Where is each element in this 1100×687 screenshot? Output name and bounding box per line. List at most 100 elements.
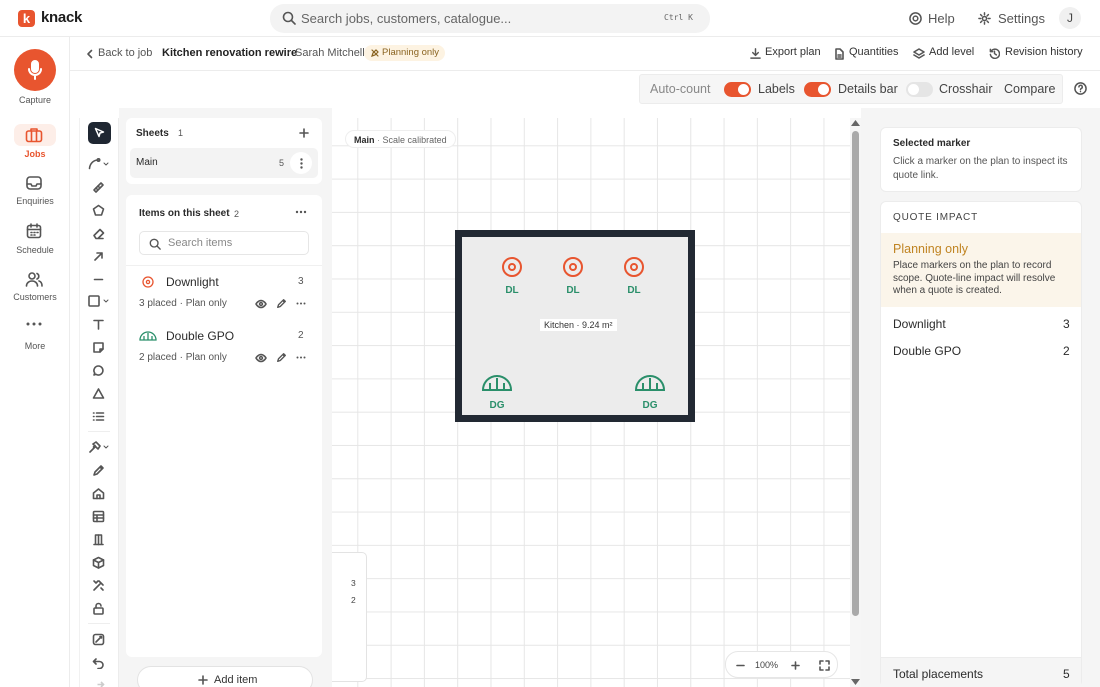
settings-button[interactable]: Settings: [998, 11, 1045, 26]
door-icon[interactable]: [92, 533, 105, 546]
sheet-count: 5: [279, 158, 285, 168]
marker-label: DL: [627, 285, 641, 296]
unlock-icon[interactable]: [92, 602, 105, 615]
nav-item-schedule[interactable]: Schedule: [0, 245, 70, 255]
compare-button[interactable]: Compare: [1004, 82, 1055, 96]
table-row[interactable]: Double GPO 2: [881, 337, 1081, 365]
home-icon[interactable]: [92, 487, 105, 500]
customer-name: Sarah Mitchell: [295, 47, 365, 59]
zoom-out-icon[interactable]: [736, 661, 745, 670]
view-toggles-bar: Auto-count Labels Details bar Crosshair …: [639, 74, 1063, 104]
curve-tool-icon[interactable]: [88, 158, 110, 170]
breadcrumb-separator: ·: [286, 47, 290, 59]
details-bar-toggle-label: Details bar: [838, 82, 898, 96]
zoom-in-icon[interactable]: [791, 661, 800, 670]
labels-toggle-label: Labels: [758, 82, 795, 96]
export-plan-button[interactable]: Export plan: [765, 46, 821, 58]
eye-icon[interactable]: [255, 299, 267, 309]
add-item-button[interactable]: Add item: [137, 666, 313, 687]
box-icon[interactable]: [92, 556, 105, 569]
ruler-icon[interactable]: [92, 181, 105, 194]
pencil-icon[interactable]: [92, 464, 105, 477]
more-icon[interactable]: [296, 302, 306, 305]
capture-button[interactable]: [14, 49, 56, 91]
sheets-panel: Sheets 1 Main 5: [126, 118, 322, 184]
undo-icon[interactable]: [92, 656, 105, 669]
downlight-marker[interactable]: DL: [562, 256, 584, 296]
pencil-icon[interactable]: [276, 298, 287, 309]
revision-history-button[interactable]: Revision history: [1005, 46, 1083, 58]
avatar[interactable]: J: [1059, 7, 1081, 29]
list-item[interactable]: Double GPO 2 2 placed · Plan only: [126, 321, 322, 373]
table-row[interactable]: Downlight 3: [881, 309, 1081, 337]
note-icon[interactable]: [92, 341, 105, 354]
tool-divider: [88, 623, 110, 624]
double-gpo-marker[interactable]: DG: [481, 373, 513, 413]
pencil-icon[interactable]: [276, 352, 287, 363]
tools-icon[interactable]: [92, 579, 105, 592]
plus-icon[interactable]: [299, 128, 309, 138]
history-icon: [989, 48, 1000, 59]
polygon-icon[interactable]: [92, 204, 105, 217]
warning-icon[interactable]: [92, 387, 105, 400]
details-bar-toggle[interactable]: [804, 82, 831, 97]
arrow-icon[interactable]: [92, 250, 105, 263]
text-tool-icon[interactable]: [92, 318, 105, 331]
line-tool-icon[interactable]: [92, 273, 105, 286]
eye-icon[interactable]: [255, 353, 267, 363]
eraser-icon[interactable]: [92, 227, 105, 240]
scroll-up-icon[interactable]: [851, 120, 860, 126]
add-level-button[interactable]: Add level: [929, 46, 974, 58]
list-icon[interactable]: [92, 410, 105, 423]
redo-icon[interactable]: [92, 679, 105, 687]
search-input[interactable]: Search jobs, customers, catalogue...: [301, 11, 511, 26]
items-search[interactable]: Search items: [139, 231, 309, 255]
back-to-job-link[interactable]: Back to job: [98, 47, 152, 59]
select-tool[interactable]: [88, 122, 111, 144]
hammer-tool-icon[interactable]: [88, 441, 110, 453]
nav-item-more[interactable]: More: [0, 341, 70, 351]
sheet-menu-button[interactable]: [290, 152, 312, 174]
quote-impact-title: QUOTE IMPACT: [893, 212, 978, 223]
list-item[interactable]: Downlight 3 3 placed · Plan only: [126, 267, 322, 319]
auto-count-button[interactable]: Auto-count: [650, 82, 710, 96]
chevron-left-icon: [87, 49, 93, 59]
marker-label: DG: [489, 400, 505, 411]
downlight-icon: [142, 276, 154, 288]
downlight-marker[interactable]: DL: [501, 256, 523, 296]
sheet-row-main[interactable]: Main 5: [130, 148, 318, 178]
calendar-icon[interactable]: [25, 223, 43, 239]
scrollbar-thumb[interactable]: [852, 131, 859, 616]
briefcase-icon[interactable]: [25, 127, 43, 143]
plan-canvas[interactable]: Main · Scale calibrated Kitchen · 9.24 m…: [332, 118, 850, 687]
plus-icon: [198, 675, 208, 685]
fullscreen-icon[interactable]: [819, 660, 830, 671]
more-icon[interactable]: [296, 356, 306, 359]
global-search[interactable]: Search jobs, customers, catalogue... Ctr…: [270, 4, 710, 33]
items-search-input[interactable]: Search items: [168, 237, 232, 249]
double-gpo-marker[interactable]: DG: [634, 373, 666, 413]
nav-item-jobs[interactable]: Jobs: [0, 149, 70, 159]
help-circle-icon[interactable]: [1074, 82, 1087, 95]
details-bar-collapsed[interactable]: 3 2: [332, 552, 367, 682]
magic-wand-icon[interactable]: [92, 633, 105, 646]
more-icon[interactable]: [295, 210, 307, 214]
marker-label: DL: [566, 285, 580, 296]
total-label: Total placements: [893, 667, 984, 681]
sheet-label: Main: [354, 135, 375, 145]
crosshair-toggle[interactable]: [906, 82, 933, 97]
rectangle-tool-icon[interactable]: [88, 295, 110, 307]
comment-icon[interactable]: [92, 364, 105, 377]
quantities-button[interactable]: Quantities: [849, 46, 899, 58]
inbox-icon[interactable]: [25, 175, 43, 191]
grid-icon[interactable]: [92, 510, 105, 523]
help-button[interactable]: Help: [928, 11, 955, 26]
downlight-marker[interactable]: DL: [623, 256, 645, 296]
nav-item-enquiries[interactable]: Enquiries: [0, 196, 70, 206]
more-icon[interactable]: [25, 321, 43, 327]
nav-item-customers[interactable]: Customers: [0, 292, 70, 302]
labels-toggle[interactable]: [724, 82, 751, 97]
users-icon[interactable]: [25, 271, 43, 287]
scroll-down-icon[interactable]: [851, 679, 860, 685]
breadcrumb: Back to job Kitchen renovation rewire · …: [70, 37, 1100, 71]
